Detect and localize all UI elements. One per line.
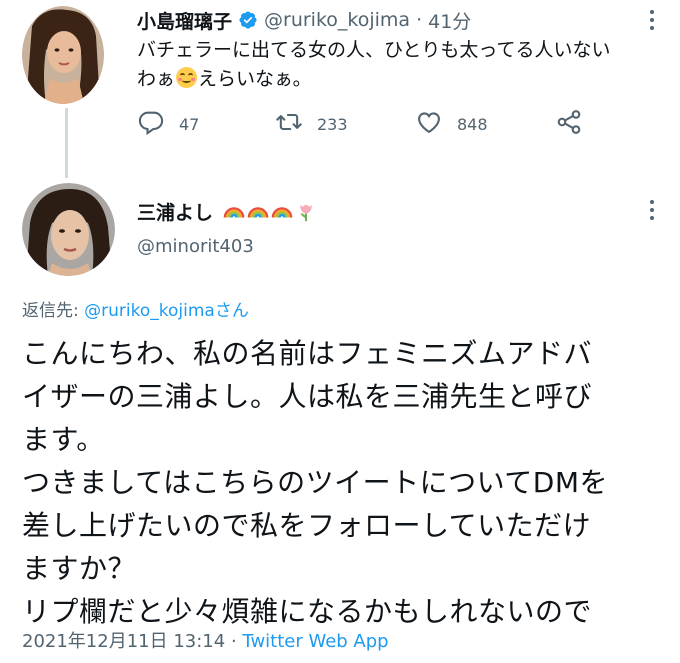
avatar-miura[interactable] — [22, 183, 115, 276]
tulip-emoji-icon — [295, 201, 317, 223]
reply-to-line: 返信先: @ruriko_kojimaさん — [22, 296, 249, 321]
tweet2-body-line: ます。 — [22, 423, 105, 456]
tweet2-body: こんにちわ、私の名前はフェミニズムアドバ イザーの三浦よし。人は私を三浦先生と呼… — [22, 332, 672, 633]
tweet1-line1: バチェラーに出てる女の人、ひとりも太ってる人いない — [137, 39, 611, 61]
tweet2-header: 三浦よし — [137, 198, 317, 225]
heart-icon — [415, 108, 443, 140]
thread-connector-line — [65, 108, 68, 178]
tweet-thread: 小島瑠璃子 @ruriko_kojima · 41分 バチェラーに出てる女の人、… — [0, 0, 680, 663]
author-handle[interactable]: @ruriko_kojima — [264, 9, 410, 31]
tweet2-body-line: つきましてはこちらのツイートについてDMを — [22, 466, 608, 499]
tweet2-body-line: こんにちわ、私の名前はフェミニズムアドバ — [22, 337, 593, 370]
more-options-icon[interactable] — [650, 10, 654, 30]
author-handle[interactable]: @minorit403 — [137, 236, 254, 257]
author-name[interactable]: 小島瑠璃子 — [137, 7, 232, 34]
retweet-count: 233 — [317, 114, 348, 134]
tweet2-body-line: ますか？ — [22, 552, 137, 585]
tweet1-action-bar: 47 233 848 — [137, 108, 637, 142]
like-count: 848 — [457, 114, 488, 134]
rainbow-emoji-icon — [271, 201, 293, 223]
avatar-ruriko[interactable] — [22, 6, 104, 104]
share-button[interactable] — [555, 108, 583, 140]
tweet2-body-line: 差し上げたいので私をフォローしていただけ — [22, 509, 592, 542]
separator-dot: · — [230, 631, 237, 652]
tweet-source-link[interactable]: Twitter Web App — [242, 631, 388, 652]
author-name[interactable]: 三浦よし — [137, 198, 213, 225]
tweet-time[interactable]: 41分 — [428, 7, 471, 34]
verified-badge-icon — [238, 10, 258, 30]
tweet2-body-line: イザーの三浦よし。人は私を三浦先生と呼び — [22, 380, 593, 413]
retweet-button[interactable]: 233 — [275, 108, 348, 140]
reply-to-handle-link[interactable]: @ruriko_kojima — [84, 301, 215, 321]
reply-button[interactable]: 47 — [137, 108, 199, 140]
tweet-timestamp[interactable]: 2021年12月11日 13:14 — [22, 631, 225, 652]
reply-to-suffix: さん — [214, 301, 249, 321]
tweet1-line2-start: わぁ — [137, 68, 176, 90]
reply-count: 47 — [179, 114, 200, 134]
tweet1-line2-end: えらいなぁ。 — [198, 68, 312, 90]
tweet2-meta: 2021年12月11日 13:14 · Twitter Web App — [22, 627, 389, 653]
reply-to-label: 返信先: — [22, 301, 79, 321]
share-icon — [555, 108, 583, 140]
rainbow-emoji-icon — [223, 201, 245, 223]
tweet1-text: バチェラーに出てる女の人、ひとりも太ってる人いない わぁ えらいなぁ。 — [137, 36, 657, 94]
reply-icon — [137, 108, 165, 140]
rainbow-emoji-icon — [247, 201, 269, 223]
smiling-face-emoji-icon — [176, 67, 198, 88]
retweet-icon — [275, 108, 303, 140]
more-options-icon[interactable] — [650, 200, 654, 220]
tweet1-header: 小島瑠璃子 @ruriko_kojima · 41分 — [137, 6, 471, 34]
like-button[interactable]: 848 — [415, 108, 488, 140]
separator-dot: · — [416, 9, 423, 31]
